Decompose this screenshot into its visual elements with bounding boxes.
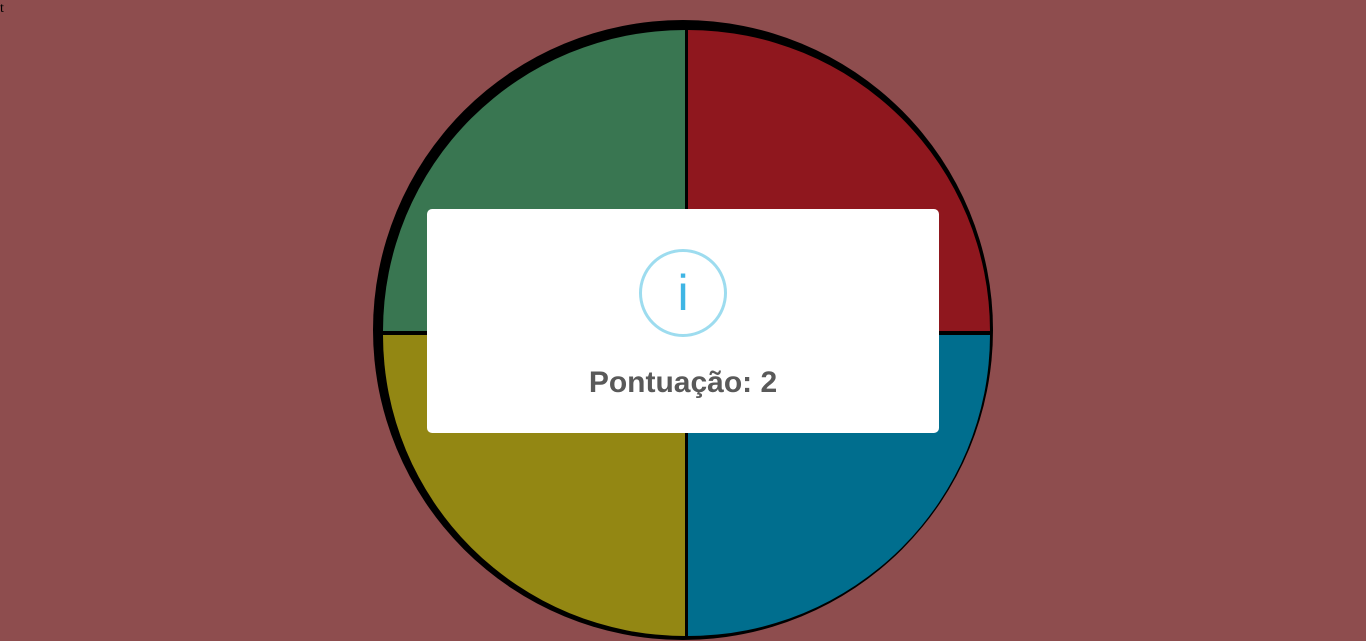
info-icon: i bbox=[639, 249, 727, 337]
score-title: Pontuação: 2 bbox=[588, 366, 778, 399]
info-glyph: i bbox=[677, 265, 689, 321]
corner-text: t bbox=[0, 1, 4, 16]
score-dialog: i Pontuação: 2 bbox=[427, 209, 939, 433]
